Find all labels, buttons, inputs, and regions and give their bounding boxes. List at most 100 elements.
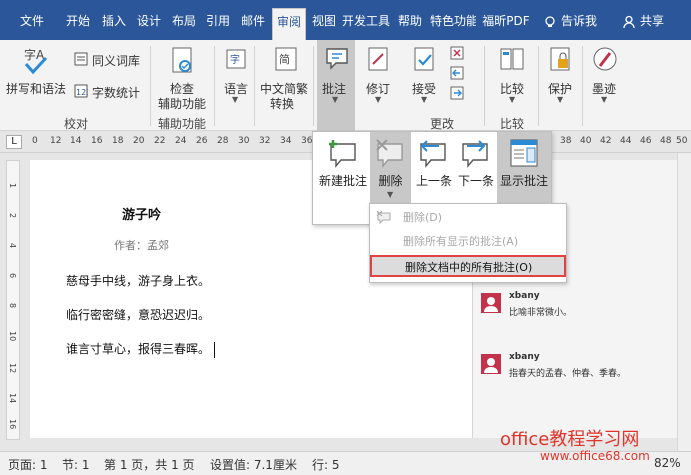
ruler-tick: 12 — [50, 136, 62, 146]
show-comments-button[interactable]: 显示批注 — [497, 132, 551, 204]
comment-text: 指春天的孟春、仲春、季春。 — [509, 369, 627, 379]
new-comment-icon — [329, 140, 356, 168]
show-comments-icon — [510, 139, 538, 167]
compare-icon — [500, 48, 524, 70]
ruler-tick: 24 — [175, 136, 187, 146]
previous-comment-button[interactable]: 上一条 — [413, 132, 455, 204]
chevron-down-icon: ▼ — [509, 95, 516, 104]
thesaurus-button[interactable]: 同义词库 — [92, 52, 140, 69]
menu-item-delete-all-shown[interactable]: 删除所有显示的批注(A) — [370, 231, 566, 253]
tab-review[interactable]: 审阅 — [272, 8, 306, 40]
chevron-down-icon: ▼ — [375, 95, 382, 104]
tab-home[interactable]: 开始 — [63, 10, 93, 32]
ruler-tick: 30 — [238, 136, 250, 146]
tab-design[interactable]: 设计 — [134, 10, 164, 32]
menu-item-delete-all-in-document[interactable]: 删除文档中的所有批注(O) — [370, 255, 566, 277]
tab-references[interactable]: 引用 — [203, 10, 233, 32]
thesaurus-icon — [74, 52, 88, 66]
tab-view[interactable]: 视图 — [309, 10, 339, 32]
ruler-tick: 40 — [580, 136, 592, 146]
svg-text:字: 字 — [230, 53, 240, 66]
delete-comment-menu: 删除(D) 删除所有显示的批注(A) 删除文档中的所有批注(O) — [369, 203, 567, 283]
previous-comment-icon — [420, 140, 446, 168]
tab-developer[interactable]: 开发工具 — [341, 10, 391, 32]
share-label: 共享 — [640, 14, 665, 28]
avatar — [481, 354, 501, 374]
tab-foxit-pdf[interactable]: 福昕PDF — [482, 10, 530, 32]
group-separator — [150, 46, 151, 126]
new-comment-button[interactable]: 新建批注 — [315, 132, 371, 204]
chevron-down-icon: ▼ — [601, 95, 608, 104]
group-separator — [313, 46, 314, 126]
tab-features[interactable]: 特色功能 — [430, 10, 476, 32]
vruler-tick: 14 — [8, 393, 17, 404]
poem-line-with-cursor: 谁言寸草心，报得三春晖。 — [66, 340, 216, 358]
vruler-tick: 1 — [8, 183, 17, 189]
ruler-tick: 14 — [70, 136, 82, 146]
comment-text: 比喻非常微小。 — [509, 308, 573, 318]
status-page-count[interactable]: 第 1 页，共 1 页 — [104, 456, 195, 473]
person-icon — [623, 15, 635, 28]
next-change-icon[interactable] — [450, 86, 464, 100]
vertical-scrollbar[interactable] — [677, 153, 691, 451]
tab-file[interactable]: 文件 — [14, 10, 50, 32]
tab-help[interactable]: 帮助 — [395, 10, 425, 32]
status-row[interactable]: 行: 5 — [312, 456, 340, 473]
protect-icon — [550, 47, 570, 71]
tab-insert[interactable]: 插入 — [99, 10, 129, 32]
ribbon-tab-bar: 文件 开始 插入 设计 布局 引用 邮件 审阅 视图 开发工具 帮助 特色功能 … — [0, 0, 691, 40]
check-accessibility-line2[interactable]: 辅助功能 — [158, 95, 206, 112]
share-button[interactable]: 共享 — [622, 10, 664, 32]
vertical-ruler: 1 2 4 6 8 10 12 14 16 — [6, 160, 20, 440]
poem-author: 作者：孟郊 — [114, 239, 169, 252]
chevron-down-icon: ▼ — [557, 95, 564, 104]
poem-title: 游子吟 — [122, 208, 162, 223]
delete-comment-label: 删除 — [378, 174, 403, 188]
comment-author: xbany — [509, 352, 540, 362]
vruler-tick: 8 — [8, 303, 17, 309]
ruler-tick: 38 — [560, 136, 572, 146]
ruler-tick: 16 — [91, 136, 103, 146]
previous-change-icon[interactable] — [450, 66, 464, 80]
ruler-tick: 34 — [280, 136, 292, 146]
lightbulb-icon — [545, 15, 555, 27]
user-avatar-icon — [484, 358, 498, 373]
next-comment-icon — [462, 140, 488, 168]
word-count-icon: 123 — [74, 84, 88, 98]
vruler-tick: 12 — [8, 363, 17, 374]
tab-layout[interactable]: 布局 — [169, 10, 199, 32]
delete-comment-button[interactable]: 删除 ▼ — [370, 132, 411, 204]
group-accessibility-label: 辅助功能 — [158, 117, 207, 131]
spelling-grammar-button[interactable]: 拼写和语法 — [6, 80, 66, 97]
status-setting[interactable]: 设置值: 7.1厘米 — [210, 456, 297, 473]
chinese-conversion-line2[interactable]: 转换 — [270, 95, 294, 112]
ruler-tick: 20 — [133, 136, 145, 146]
tab-mailings[interactable]: 邮件 — [238, 10, 268, 32]
poem-line-text: 谁言寸草心，报得三春晖。 — [66, 342, 211, 356]
status-section[interactable]: 节: 1 — [62, 456, 90, 473]
status-page[interactable]: 页面: 1 — [8, 456, 48, 473]
group-separator — [484, 46, 485, 126]
menu-item-delete[interactable]: 删除(D) — [370, 207, 566, 229]
tell-me-label: 告诉我 — [561, 14, 598, 28]
group-separator — [538, 46, 539, 126]
ruler-tick: 28 — [217, 136, 229, 146]
chevron-down-icon: ▼ — [421, 95, 428, 104]
poem-line: 临行密密缝，意恐迟迟归。 — [66, 308, 211, 322]
new-comment-label: 新建批注 — [318, 174, 367, 188]
tab-selector[interactable]: L — [6, 135, 22, 149]
track-changes-icon — [368, 47, 388, 71]
language-icon: 字 — [226, 49, 246, 69]
accessibility-check-icon — [172, 47, 192, 73]
reject-change-icon[interactable] — [450, 46, 464, 60]
group-compare-label: 比较 — [500, 117, 525, 131]
tell-me-box[interactable]: 告诉我 — [543, 10, 597, 32]
spelling-check-icon: 字A — [24, 47, 48, 75]
ruler-tick: 46 — [640, 136, 652, 146]
word-count-button[interactable]: 字数统计 — [92, 84, 140, 101]
previous-comment-label: 上一条 — [415, 174, 452, 188]
ruler-tick: 50 — [676, 136, 688, 146]
next-comment-button[interactable]: 下一条 — [455, 132, 497, 204]
watermark: office教程学习网 www.office68.com — [500, 425, 680, 467]
chevron-down-icon: ▼ — [387, 190, 394, 199]
